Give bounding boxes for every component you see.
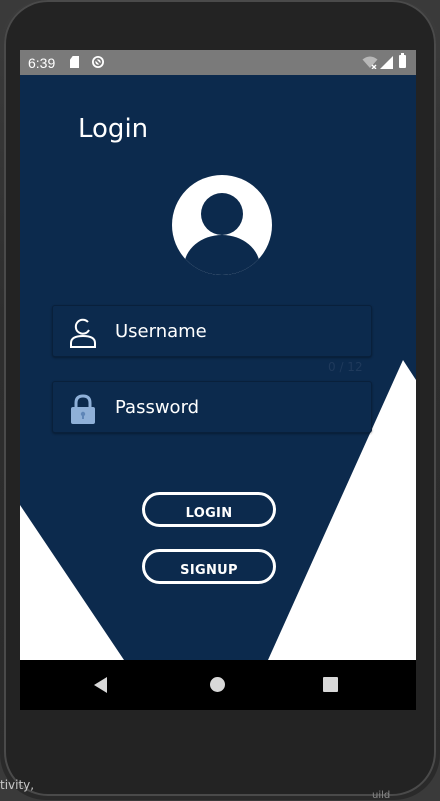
page-title: Login — [78, 114, 149, 144]
lock-icon — [71, 394, 95, 424]
sd-card-icon — [70, 56, 79, 68]
left-mountain-shape — [20, 505, 124, 660]
background-ide-text: tivity, — [0, 778, 35, 792]
home-icon[interactable] — [210, 677, 225, 692]
status-time: 6:39 — [28, 55, 56, 71]
signal-icon — [380, 56, 393, 69]
navigation-bar — [20, 660, 416, 710]
password-input[interactable] — [115, 390, 355, 424]
status-bar: 6:39 — [20, 50, 416, 75]
background-ide-text-right: uild — [372, 790, 391, 801]
username-field[interactable] — [52, 305, 372, 357]
wifi-icon — [362, 56, 378, 69]
device-frame: 6:39 Login Username 0 / 12 LOGIN SIGNUP … — [0, 0, 440, 801]
signup-button[interactable]: SIGNUP — [142, 549, 276, 584]
recents-icon[interactable] — [323, 677, 338, 692]
username-input[interactable] — [115, 314, 355, 348]
user-avatar-icon — [172, 175, 272, 275]
phone-screen: 6:39 Login Username 0 / 12 LOGIN SIGNUP — [20, 50, 416, 710]
password-field[interactable] — [52, 381, 372, 433]
battery-icon — [399, 53, 406, 68]
username-char-counter: 0 / 12 — [328, 360, 363, 374]
user-outline-icon — [70, 318, 96, 348]
sync-icon — [92, 56, 104, 68]
back-icon[interactable] — [94, 677, 107, 693]
login-button[interactable]: LOGIN — [142, 492, 276, 527]
